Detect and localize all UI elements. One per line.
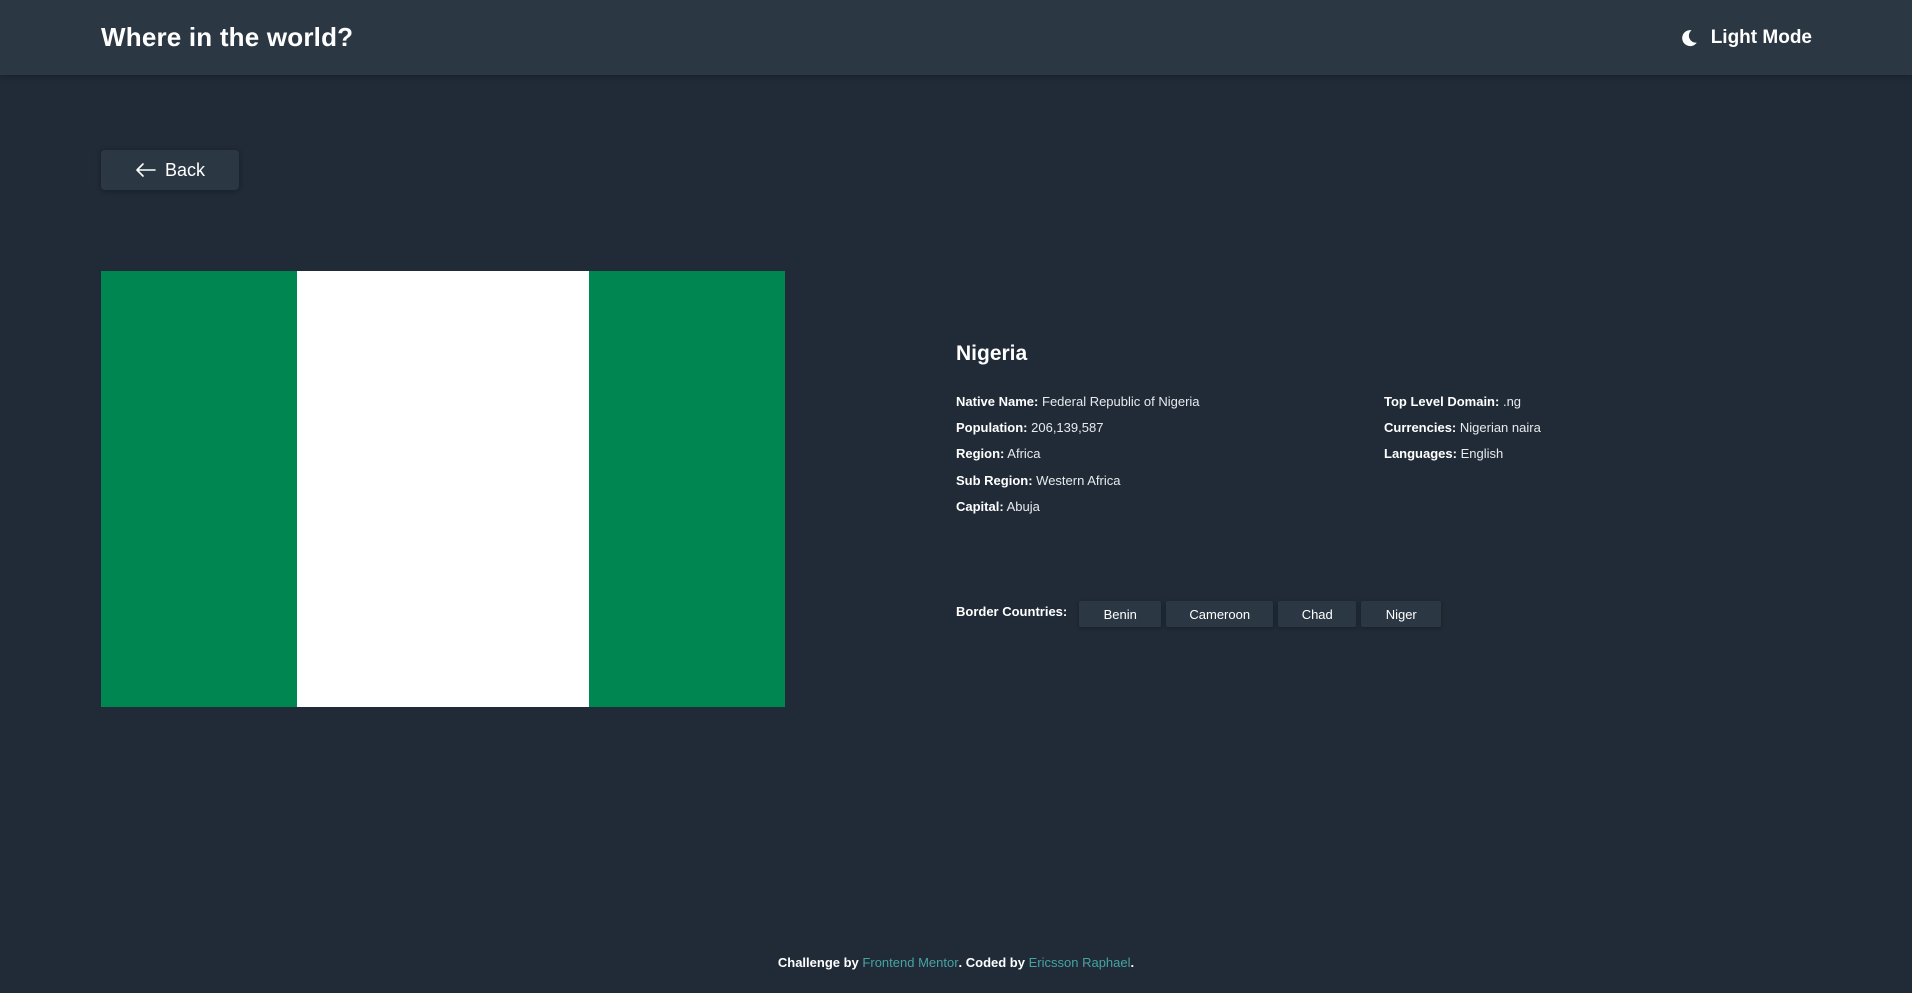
- detail-label: Population:: [956, 420, 1028, 436]
- country-details-primary: Native Name: Federal Republic of Nigeria…: [956, 389, 1200, 520]
- border-country-button[interactable]: Cameroon: [1166, 601, 1274, 627]
- theme-toggle-button[interactable]: Light Mode: [1679, 27, 1812, 49]
- detail-population: Population: 206,139,587: [956, 415, 1200, 441]
- moon-icon: [1679, 28, 1699, 48]
- detail-label: Top Level Domain:: [1384, 394, 1500, 409]
- detail-label: Capital:: [956, 498, 1004, 514]
- app-title: Where in the world?: [101, 22, 354, 52]
- detail-sub-region: Sub Region: Western Africa: [956, 468, 1200, 494]
- flag-band-center: [297, 271, 589, 707]
- detail-currencies: Currencies: Nigerian naira: [1384, 415, 1541, 441]
- detail-label: Native Name:: [956, 394, 1039, 409]
- country-flag: [101, 271, 785, 707]
- detail-label: Currencies:: [1384, 420, 1457, 436]
- detail-label: Region:: [956, 446, 1005, 462]
- detail-value: .ng: [1502, 394, 1522, 409]
- detail-languages: Languages: English: [1384, 441, 1541, 467]
- detail-label: Languages:: [1384, 446, 1457, 462]
- detail-value: 206,139,587: [1031, 420, 1104, 436]
- country-details-secondary: Top Level Domain: .ng Currencies: Nigeri…: [1384, 389, 1541, 468]
- footer-suffix: .: [1130, 955, 1135, 970]
- detail-native-name: Native Name: Federal Republic of Nigeria: [956, 389, 1200, 415]
- attribution-footer: Challenge by Frontend Mentor. Coded by E…: [0, 955, 1912, 970]
- author-link[interactable]: Ericsson Raphael: [1029, 955, 1131, 970]
- detail-region: Region: Africa: [956, 441, 1200, 467]
- detail-top-level-domain: Top Level Domain: .ng: [1384, 389, 1541, 415]
- detail-capital: Capital: Abuja: [956, 494, 1200, 520]
- arrow-left-icon: [135, 162, 157, 178]
- border-country-button[interactable]: Niger: [1361, 601, 1442, 627]
- detail-label: Sub Region:: [956, 472, 1033, 488]
- app-header: Where in the world? Light Mode: [0, 0, 1912, 75]
- detail-value: Western Africa: [1036, 472, 1121, 488]
- back-button[interactable]: Back: [101, 150, 239, 190]
- detail-value: Abuja: [1006, 498, 1040, 514]
- border-countries: Border Countries: Benin Cameroon Chad Ni…: [956, 601, 1446, 627]
- detail-value: Nigerian naira: [1459, 420, 1541, 436]
- detail-value: Africa: [1007, 446, 1041, 462]
- border-country-button[interactable]: Benin: [1079, 601, 1162, 627]
- footer-prefix: Challenge by: [777, 955, 859, 970]
- border-countries-label: Border Countries:: [956, 603, 1068, 619]
- frontend-mentor-link[interactable]: Frontend Mentor: [862, 955, 958, 970]
- flag-band-left: [101, 271, 297, 707]
- theme-toggle-label: Light Mode: [1710, 26, 1812, 48]
- footer-middle: . Coded by: [958, 955, 1025, 970]
- detail-value: Federal Republic of Nigeria: [1042, 394, 1200, 409]
- flag-band-right: [589, 271, 785, 707]
- back-button-label: Back: [164, 159, 206, 180]
- detail-value: English: [1460, 446, 1504, 462]
- border-country-button[interactable]: Chad: [1278, 601, 1357, 627]
- country-name: Nigeria: [956, 342, 1028, 365]
